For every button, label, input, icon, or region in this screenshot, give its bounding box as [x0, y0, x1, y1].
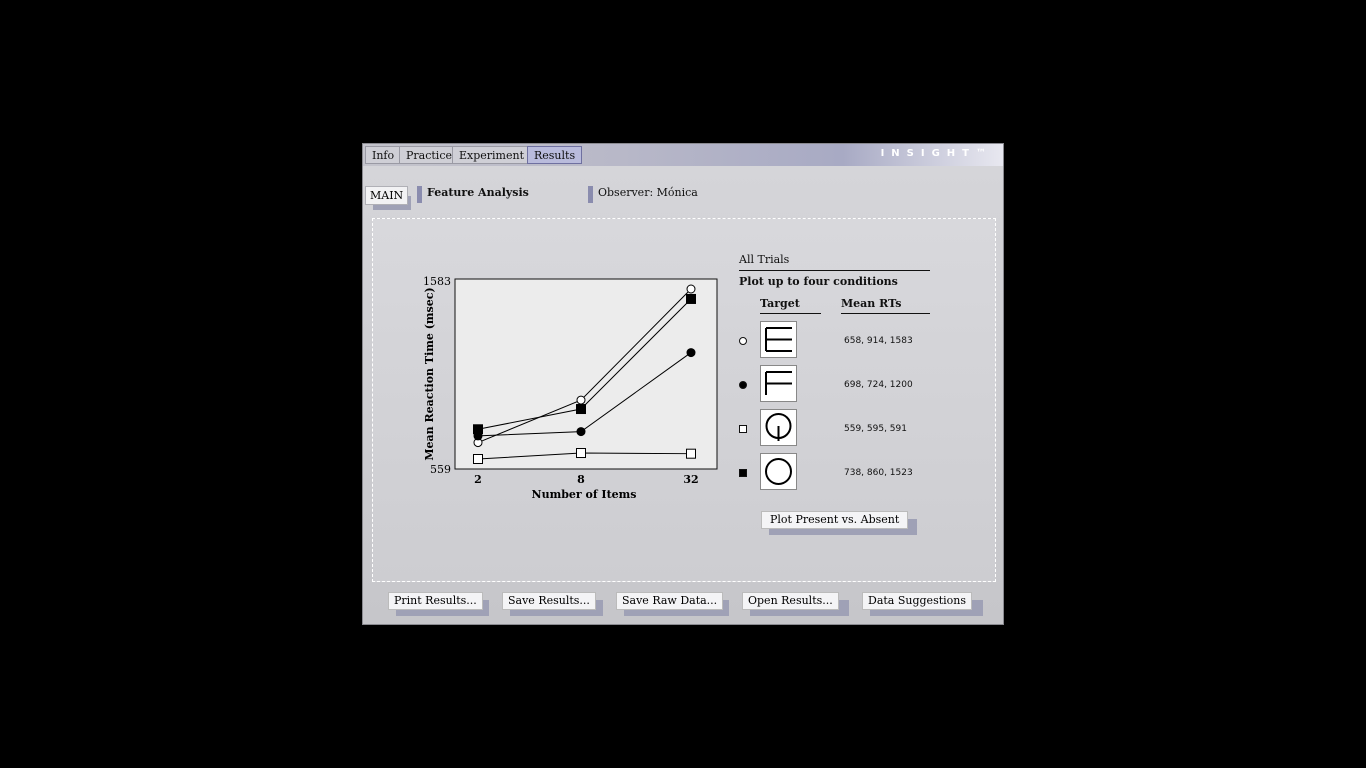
data-point-open-square [686, 448, 696, 459]
results-panel: 1583 559 Mean Reaction Time (msec) Numbe… [372, 218, 996, 582]
plot-up-to-label: Plot up to four conditions [739, 275, 898, 288]
x-axis-label: Number of Items [532, 488, 637, 501]
data-point-open-square [473, 454, 483, 464]
print-results-button[interactable]: Print Results... [388, 592, 483, 610]
save-raw-data-button[interactable]: Save Raw Data... [616, 592, 724, 610]
target-f-shape[interactable] [760, 365, 797, 402]
condition-1-rts: 658, 914, 1583 [844, 336, 913, 346]
rt-chart: 1583 559 Mean Reaction Time (msec) Numbe… [423, 275, 718, 501]
condition-3-rts: 559, 595, 591 [844, 424, 907, 434]
divider [841, 313, 930, 314]
tab-info[interactable]: Info [365, 146, 402, 164]
divider-bar [588, 186, 593, 203]
y-tick-label-min: 559 [430, 463, 451, 476]
tab-experiment[interactable]: Experiment [452, 146, 532, 164]
tab-results[interactable]: Results [527, 146, 583, 164]
x-tick-label: 8 [577, 473, 585, 486]
data-point-open-circle [686, 284, 696, 294]
target-column-header: Target [760, 297, 800, 310]
condition-4-rts: 738, 860, 1523 [844, 468, 913, 478]
y-tick-label-max: 1583 [423, 275, 451, 288]
x-tick-label: 2 [474, 473, 482, 486]
open-results-button[interactable]: Open Results... [742, 592, 839, 610]
insight-logo: INSIGHT™ [880, 148, 993, 159]
target-e-shape[interactable] [760, 321, 797, 358]
tab-practice[interactable]: Practice [399, 146, 459, 164]
plot-area [454, 278, 718, 470]
F-shape-icon [765, 371, 792, 395]
data-point-filled-square [576, 404, 586, 415]
y-axis-label: Mean Reaction Time (msec) [423, 287, 436, 460]
data-point-open-square [576, 448, 586, 459]
data-point-filled-circle [576, 427, 586, 437]
circle-icon [765, 458, 792, 485]
data-point-filled-circle [686, 348, 696, 358]
data-point-filled-square [473, 424, 483, 435]
main-button[interactable]: MAIN [365, 186, 409, 205]
divider [739, 270, 930, 271]
filled-circle-marker[interactable] [739, 381, 747, 389]
open-circle-marker[interactable] [739, 337, 747, 345]
target-circle[interactable] [760, 453, 797, 490]
data-point-open-circle [576, 395, 586, 405]
plot-present-vs-absent-button[interactable]: Plot Present vs. Absent [761, 511, 909, 529]
divider [760, 313, 821, 314]
mean-rts-column-header: Mean RTs [841, 297, 902, 310]
save-results-button[interactable]: Save Results... [502, 592, 596, 610]
E-shape-icon [765, 327, 792, 352]
divider-bar [417, 186, 422, 203]
x-tick-label: 32 [683, 473, 698, 486]
all-trials-label: All Trials [739, 253, 790, 266]
open-square-marker[interactable] [739, 425, 747, 433]
data-point-filled-square [686, 293, 696, 304]
filled-square-marker[interactable] [739, 469, 747, 477]
app-window: Info Practice Experiment Results INSIGHT… [362, 143, 1004, 625]
section-title: Feature Analysis [427, 186, 529, 199]
condition-2-rts: 698, 724, 1200 [844, 380, 913, 390]
data-suggestions-button[interactable]: Data Suggestions [862, 592, 973, 610]
circle-with-line-icon [765, 413, 792, 441]
target-circle-line[interactable] [760, 409, 797, 446]
observer-label: Observer: Mónica [598, 186, 698, 199]
top-bar: Info Practice Experiment Results INSIGHT… [363, 144, 1003, 166]
